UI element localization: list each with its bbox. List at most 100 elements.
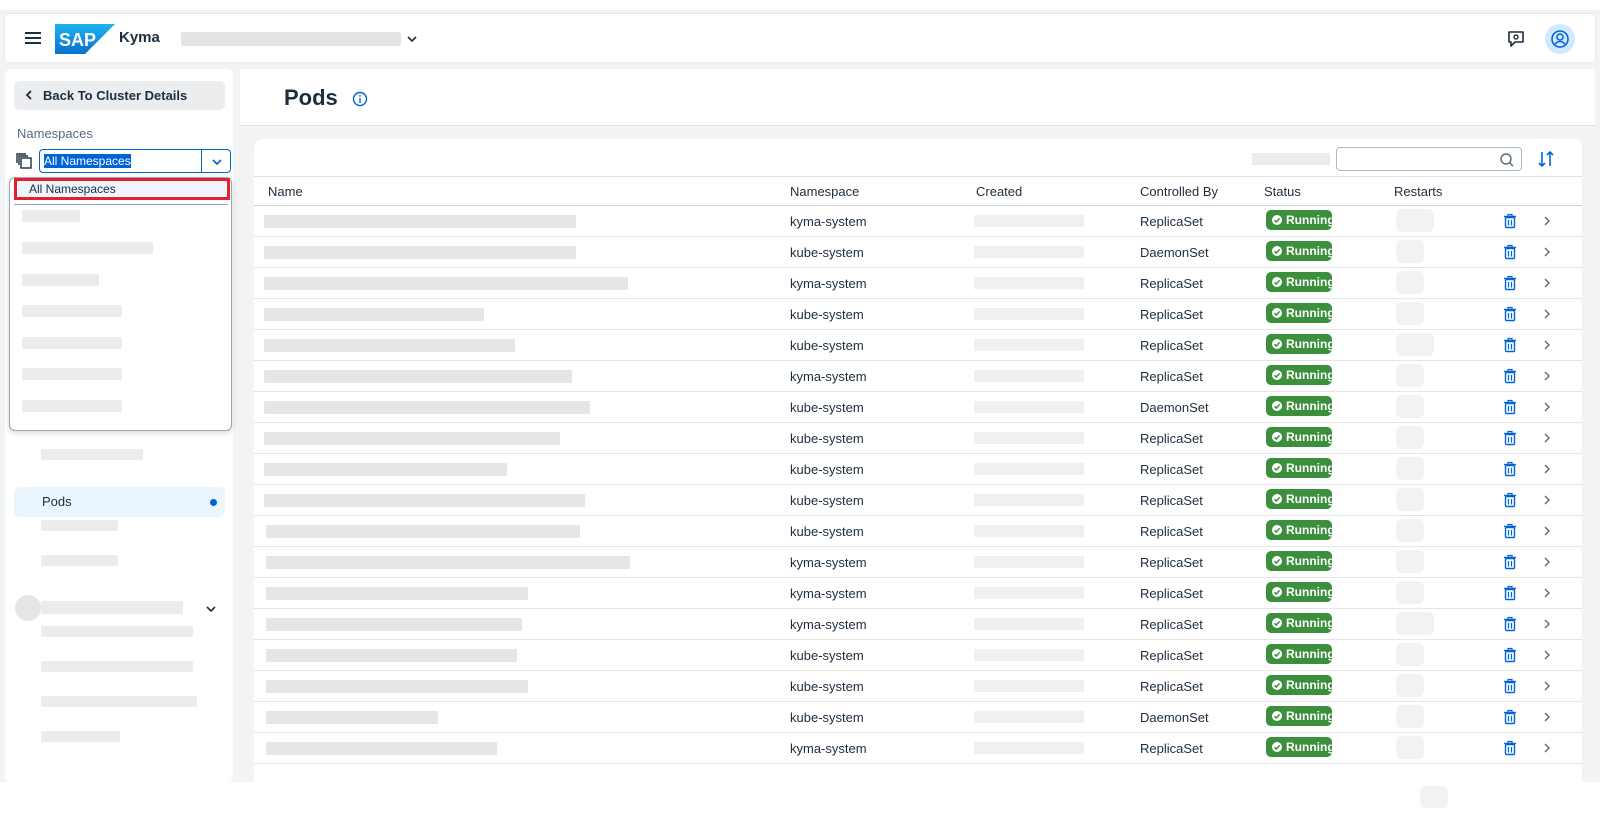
table-row[interactable]: kube-system DaemonSet Running [254,392,1582,423]
chevron-right-icon[interactable] [1542,618,1552,630]
table-row[interactable]: kube-system ReplicaSet Running [254,330,1582,361]
pod-name[interactable] [264,494,585,507]
chevron-right-icon[interactable] [1542,215,1552,227]
user-avatar-button[interactable] [1545,24,1575,54]
namespace-option[interactable] [22,368,122,380]
delete-icon[interactable] [1502,337,1518,353]
column-header-created[interactable]: Created [976,184,1022,199]
delete-icon[interactable] [1502,678,1518,694]
table-row[interactable]: kyma-system ReplicaSet Running [254,733,1582,764]
chevron-right-icon[interactable] [1542,432,1552,444]
delete-icon[interactable] [1502,430,1518,446]
pod-name[interactable] [264,432,560,445]
table-row[interactable]: kube-system ReplicaSet Running [254,299,1582,330]
pod-name[interactable] [266,587,528,600]
namespace-option[interactable] [22,400,122,412]
delete-icon[interactable] [1502,523,1518,539]
hamburger-icon[interactable] [23,28,43,48]
pod-name[interactable] [266,711,438,724]
table-row[interactable]: kyma-system ReplicaSet Running [254,609,1582,640]
namespace-option[interactable] [22,337,122,349]
table-row[interactable]: kyma-system ReplicaSet Running [254,361,1582,392]
pod-name[interactable] [264,215,576,228]
delete-icon[interactable] [1502,709,1518,725]
chevron-right-icon[interactable] [1542,401,1552,413]
pod-name[interactable] [264,339,515,352]
namespace-combobox[interactable]: All Namespaces [11,149,231,173]
table-row[interactable]: kyma-system ReplicaSet Running [254,547,1582,578]
column-header-status[interactable]: Status [1264,184,1301,199]
pod-name[interactable] [264,463,507,476]
pod-name[interactable] [266,618,522,631]
column-header-restarts[interactable]: Restarts [1394,184,1442,199]
chevron-down-icon[interactable] [205,603,217,615]
table-row[interactable]: kube-system ReplicaSet Running [254,454,1582,485]
table-row[interactable]: kube-system DaemonSet Running [254,237,1582,268]
pod-name[interactable] [264,308,484,321]
pod-name[interactable] [264,246,576,259]
chevron-right-icon[interactable] [1542,277,1552,289]
chevron-right-icon[interactable] [1542,339,1552,351]
namespace-option[interactable] [22,210,80,222]
back-to-cluster-button[interactable]: Back To Cluster Details [14,81,225,110]
namespace-option[interactable] [22,305,122,317]
pod-name[interactable] [266,556,630,569]
chevron-right-icon[interactable] [1542,370,1552,382]
delete-icon[interactable] [1502,399,1518,415]
delete-icon[interactable] [1502,585,1518,601]
nav-item-placeholder[interactable] [41,555,118,566]
nav-item-placeholder[interactable] [41,626,193,637]
chevron-right-icon[interactable] [1542,711,1552,723]
chevron-down-icon[interactable] [405,32,419,46]
info-icon[interactable] [352,91,368,107]
delete-icon[interactable] [1502,616,1518,632]
chevron-right-icon[interactable] [1542,587,1552,599]
table-row[interactable]: kube-system ReplicaSet Running [254,671,1582,702]
pod-name[interactable] [266,649,517,662]
chevron-right-icon[interactable] [1542,463,1552,475]
search-icon[interactable] [1499,152,1515,168]
delete-icon[interactable] [1502,244,1518,260]
delete-icon[interactable] [1502,213,1518,229]
namespace-input[interactable]: All Namespaces [39,149,201,173]
sap-logo[interactable]: SAP [55,24,115,54]
pod-name[interactable] [266,680,528,693]
namespace-option-all[interactable]: All Namespaces [14,178,230,200]
delete-icon[interactable] [1502,306,1518,322]
table-row[interactable]: kube-system ReplicaSet Running [254,640,1582,671]
pod-name[interactable] [264,401,590,414]
column-header-namespace[interactable]: Namespace [790,184,859,199]
nav-item-placeholder[interactable] [41,696,197,707]
chevron-right-icon[interactable] [1542,308,1552,320]
table-row[interactable]: kube-system ReplicaSet Running [254,516,1582,547]
sort-icon[interactable] [1536,149,1556,169]
namespace-option[interactable] [22,242,153,254]
chevron-right-icon[interactable] [1542,742,1552,754]
pod-name[interactable] [264,370,572,383]
chevron-right-icon[interactable] [1542,680,1552,692]
cluster-selector[interactable] [181,32,401,46]
table-row[interactable]: kyma-system ReplicaSet Running [254,578,1582,609]
column-header-controlled-by[interactable]: Controlled By [1140,184,1218,199]
nav-item-placeholder[interactable] [41,731,120,742]
chevron-right-icon[interactable] [1542,494,1552,506]
pod-name[interactable] [266,742,497,755]
delete-icon[interactable] [1502,275,1518,291]
table-row[interactable]: kyma-system ReplicaSet Running [254,268,1582,299]
namespace-option[interactable] [22,274,99,286]
sidebar-item-pods[interactable]: Pods [14,487,225,517]
delete-icon[interactable] [1502,647,1518,663]
table-row[interactable]: kube-system ReplicaSet Running [254,485,1582,516]
table-row[interactable]: kube-system DaemonSet Running [254,702,1582,733]
delete-icon[interactable] [1502,492,1518,508]
delete-icon[interactable] [1502,461,1518,477]
chevron-right-icon[interactable] [1542,556,1552,568]
chevron-right-icon[interactable] [1542,649,1552,661]
column-header-name[interactable]: Name [268,184,303,199]
pod-name[interactable] [264,277,628,290]
table-row[interactable]: kube-system ReplicaSet Running [254,423,1582,454]
delete-icon[interactable] [1502,368,1518,384]
search-input[interactable] [1336,147,1522,171]
chevron-right-icon[interactable] [1542,525,1552,537]
delete-icon[interactable] [1502,740,1518,756]
